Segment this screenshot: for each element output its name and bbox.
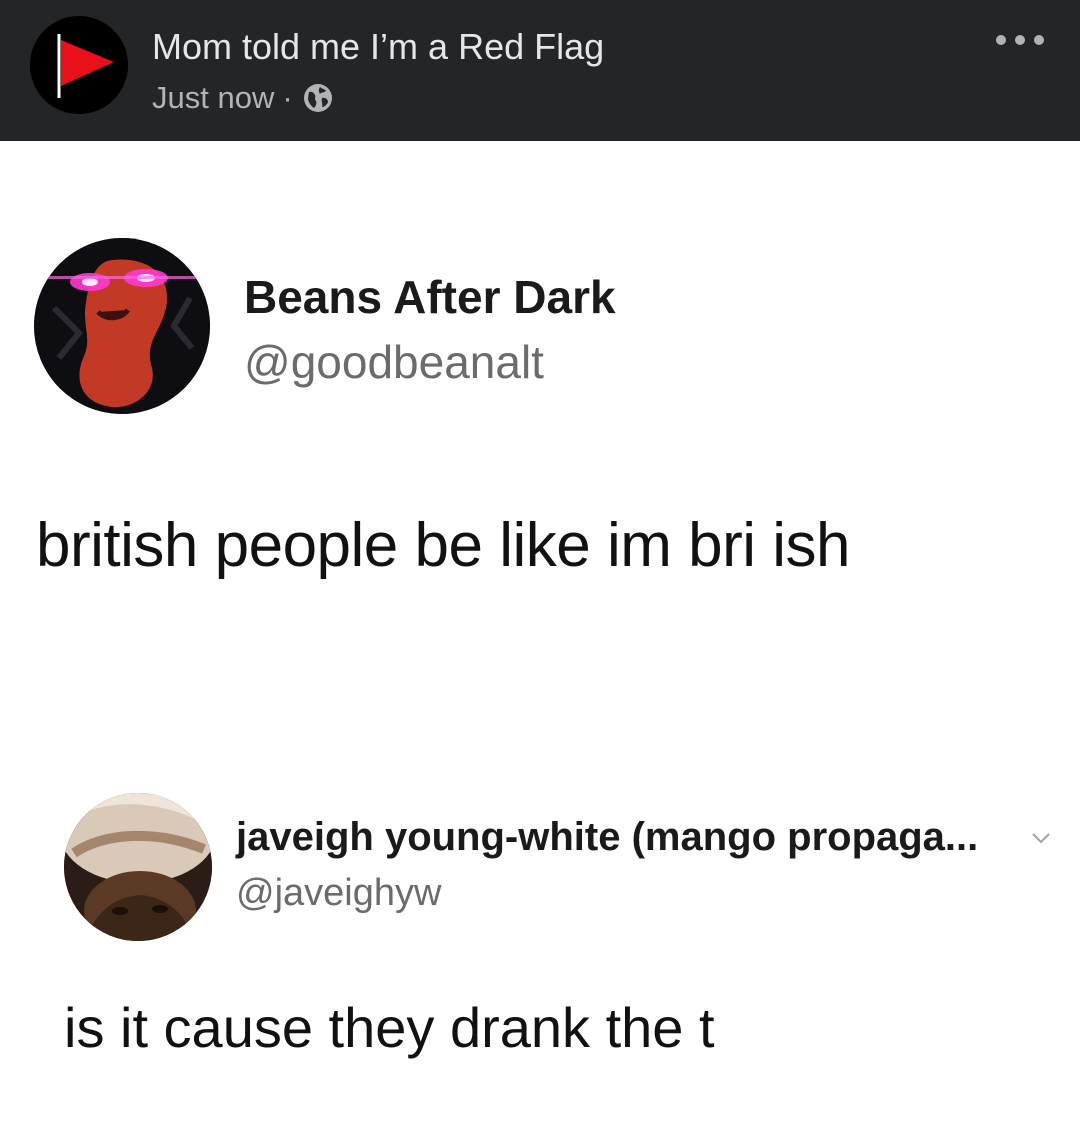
tweet-handle[interactable]: @goodbeanalt — [244, 335, 544, 389]
page-avatar[interactable] — [30, 16, 128, 114]
avatar[interactable] — [34, 238, 210, 414]
red-flag-icon — [30, 16, 128, 114]
tweet-display-name[interactable]: javeigh young-white (mango propaga... — [236, 815, 978, 860]
meta-separator: · — [282, 80, 293, 115]
tweet-text: is it cause they drank the t — [64, 996, 715, 1059]
tweet-handle[interactable]: @javeighyw — [236, 872, 441, 915]
page-name[interactable]: Mom told me I’m a Red Flag — [152, 26, 604, 68]
more-options-icon[interactable] — [996, 30, 1044, 50]
bean-avatar-image — [34, 238, 210, 414]
post-timestamp[interactable]: Just now — [152, 80, 274, 116]
post-header: Mom told me I’m a Red Flag Just now · — [0, 0, 1080, 141]
tweet-display-name[interactable]: Beans After Dark — [244, 270, 616, 324]
post-meta: Just now · — [152, 80, 333, 116]
avatar[interactable] — [64, 793, 212, 941]
tweet-text: british people be like im bri ish — [36, 511, 851, 580]
globe-icon[interactable] — [303, 83, 333, 113]
chevron-down-icon[interactable] — [1030, 830, 1052, 846]
person-avatar-image — [64, 793, 212, 941]
